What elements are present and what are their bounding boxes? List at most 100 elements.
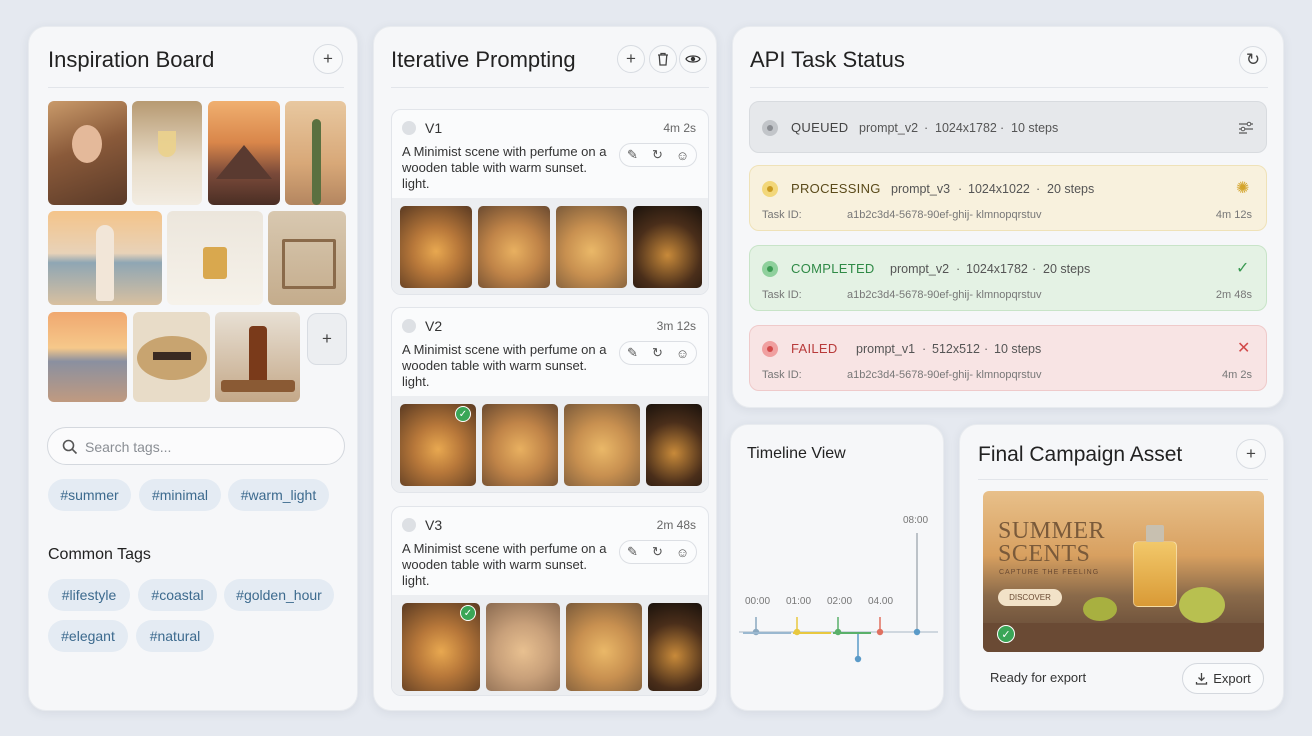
tag-golden-hour[interactable]: #golden_hour	[224, 579, 334, 611]
tag-summer[interactable]: #summer	[48, 479, 131, 511]
task-row-failed[interactable]: FAILED prompt_v1 · 512x512 · 10 steps ✕ …	[749, 325, 1267, 391]
version-prompt-text: A Minimist scene with perfume on a woode…	[402, 144, 607, 191]
pencil-icon[interactable]: ✎	[620, 147, 645, 163]
version-time: 4m 2s	[663, 121, 696, 135]
tag-coastal[interactable]: #coastal	[138, 579, 217, 611]
result-thumbnail[interactable]	[400, 206, 472, 288]
export-button[interactable]: Export	[1182, 663, 1264, 694]
pencil-icon[interactable]: ✎	[620, 544, 645, 560]
add-image-button[interactable]: +	[307, 313, 347, 365]
tag-lifestyle[interactable]: #lifestyle	[48, 579, 130, 611]
search-placeholder: Search tags...	[85, 439, 172, 455]
inspiration-image-perfume-bottle[interactable]	[167, 211, 263, 305]
tag-elegant[interactable]: #elegant	[48, 620, 128, 652]
task-status-label: FAILED	[791, 341, 838, 356]
trash-icon	[658, 52, 668, 66]
tag-natural[interactable]: #natural	[136, 620, 214, 652]
refresh-icon[interactable]: ↻	[645, 147, 670, 163]
asset-cta-button[interactable]: DISCOVER	[998, 589, 1062, 606]
task-id-label: Task ID:	[762, 369, 802, 381]
delete-version-button[interactable]	[649, 45, 677, 73]
timeline-view-panel: Timeline View 00:00 01:00 02:00 04.00 08…	[730, 424, 944, 711]
result-thumbnail[interactable]	[486, 603, 560, 691]
version-result-strip: ✓	[392, 396, 708, 492]
inspiration-image-ocean-sunset[interactable]	[48, 312, 127, 402]
cactus-shape	[312, 119, 321, 205]
smiley-icon[interactable]: ☺	[670, 148, 695, 163]
add-asset-button[interactable]: +	[1236, 439, 1266, 469]
task-time: 2m 48s	[1215, 289, 1252, 301]
woman-figure	[96, 225, 114, 301]
status-dot-processing	[762, 181, 778, 197]
asset-subline: CAPTURE THE FEELING	[999, 569, 1100, 576]
inspiration-image-shelf[interactable]	[268, 211, 346, 305]
task-row-completed[interactable]: COMPLETED prompt_v2 · 1024x1782 · 20 ste…	[749, 245, 1267, 311]
result-thumbnail[interactable]	[556, 206, 627, 288]
add-version-button[interactable]: +	[617, 45, 645, 73]
task-row-queued[interactable]: QUEUED prompt_v2 · 1024x1782 · 10 steps	[749, 101, 1267, 153]
common-tags-title: Common Tags	[48, 546, 151, 563]
inspiration-image-cactus[interactable]	[285, 101, 346, 205]
result-thumbnail[interactable]	[633, 206, 702, 288]
portrait-face	[72, 125, 102, 163]
refresh-status-button[interactable]: ↻	[1239, 46, 1267, 74]
result-thumbnail[interactable]: ✓	[402, 603, 480, 691]
add-inspiration-button[interactable]: +	[313, 44, 343, 74]
version-actions: ✎ ↻ ☺	[619, 540, 697, 564]
result-thumbnail[interactable]	[478, 206, 550, 288]
version-result-strip: ✓	[392, 595, 708, 695]
version-label: V2	[425, 318, 443, 334]
refresh-icon[interactable]: ↻	[645, 345, 670, 361]
result-thumbnail[interactable]	[646, 404, 702, 486]
smiley-icon[interactable]: ☺	[670, 545, 695, 560]
smiley-icon[interactable]: ☺	[670, 346, 695, 361]
divider	[978, 479, 1268, 480]
task-separator: ·	[1036, 182, 1041, 196]
status-dot-failed	[762, 341, 778, 357]
task-row-processing[interactable]: PROCESSING prompt_v3 · 1024x1022 · 20 st…	[749, 165, 1267, 231]
result-thumbnail[interactable]	[482, 404, 558, 486]
inspiration-image-wine-glass[interactable]	[132, 101, 202, 205]
result-thumbnail[interactable]	[566, 603, 642, 691]
divider	[48, 87, 344, 88]
result-thumbnail[interactable]	[564, 404, 640, 486]
task-id: a1b2c3d4-5678-90ef-ghij- klmnopqrstuv	[847, 289, 1042, 301]
pencil-icon[interactable]: ✎	[620, 345, 645, 361]
version-status-dot	[402, 319, 416, 333]
check-icon: ✓	[460, 605, 476, 621]
export-label: Export	[1213, 671, 1251, 686]
sliders-icon[interactable]	[1238, 121, 1254, 135]
inspiration-image-straw-hat[interactable]	[133, 312, 210, 402]
task-separator: ·	[924, 121, 929, 135]
inspiration-image-portrait[interactable]	[48, 101, 127, 205]
result-thumbnail[interactable]: ✓	[400, 404, 476, 486]
campaign-asset-image[interactable]: SUMMER SCENTS CAPTURE THE FEELING DISCOV…	[983, 491, 1264, 652]
result-thumbnail[interactable]	[648, 603, 702, 691]
glass-shape	[158, 131, 176, 157]
tag-warm-light[interactable]: #warm_light	[228, 479, 329, 511]
inspiration-image-mountain-sunset[interactable]	[208, 101, 280, 205]
version-card-v3[interactable]: V3 2m 48s A Minimist scene with perfume …	[391, 506, 709, 696]
plus-icon: +	[322, 329, 332, 348]
mountain-shape	[216, 145, 272, 179]
plus-icon: +	[626, 49, 636, 68]
asset-table	[983, 623, 1264, 652]
task-size: 1024x1782	[935, 121, 997, 135]
inspiration-board-panel: Inspiration Board + + Search tags... #su…	[28, 26, 358, 711]
task-time: 4m 12s	[1215, 209, 1252, 221]
version-card-v1[interactable]: V1 4m 2s A Minimist scene with perfume o…	[391, 109, 709, 295]
close-icon[interactable]: ✕	[1237, 338, 1250, 358]
inspiration-image-beach-woman[interactable]	[48, 211, 162, 305]
task-separator: ·	[1000, 121, 1005, 135]
task-status-label: QUEUED	[791, 120, 849, 135]
preview-button[interactable]	[679, 45, 707, 73]
status-dot-completed	[762, 261, 778, 277]
tag-minimal[interactable]: #minimal	[139, 479, 221, 511]
task-steps: 10 steps	[1011, 121, 1059, 135]
refresh-icon[interactable]: ↻	[645, 544, 670, 560]
tag-search-field[interactable]: Search tags...	[47, 427, 345, 465]
version-card-v2[interactable]: V2 3m 12s A Minimist scene with perfume …	[391, 307, 709, 493]
version-time: 2m 48s	[656, 518, 696, 532]
task-id: a1b2c3d4-5678-90ef-ghij- klmnopqrstuv	[847, 369, 1042, 381]
inspiration-image-whiskey[interactable]	[215, 312, 300, 402]
